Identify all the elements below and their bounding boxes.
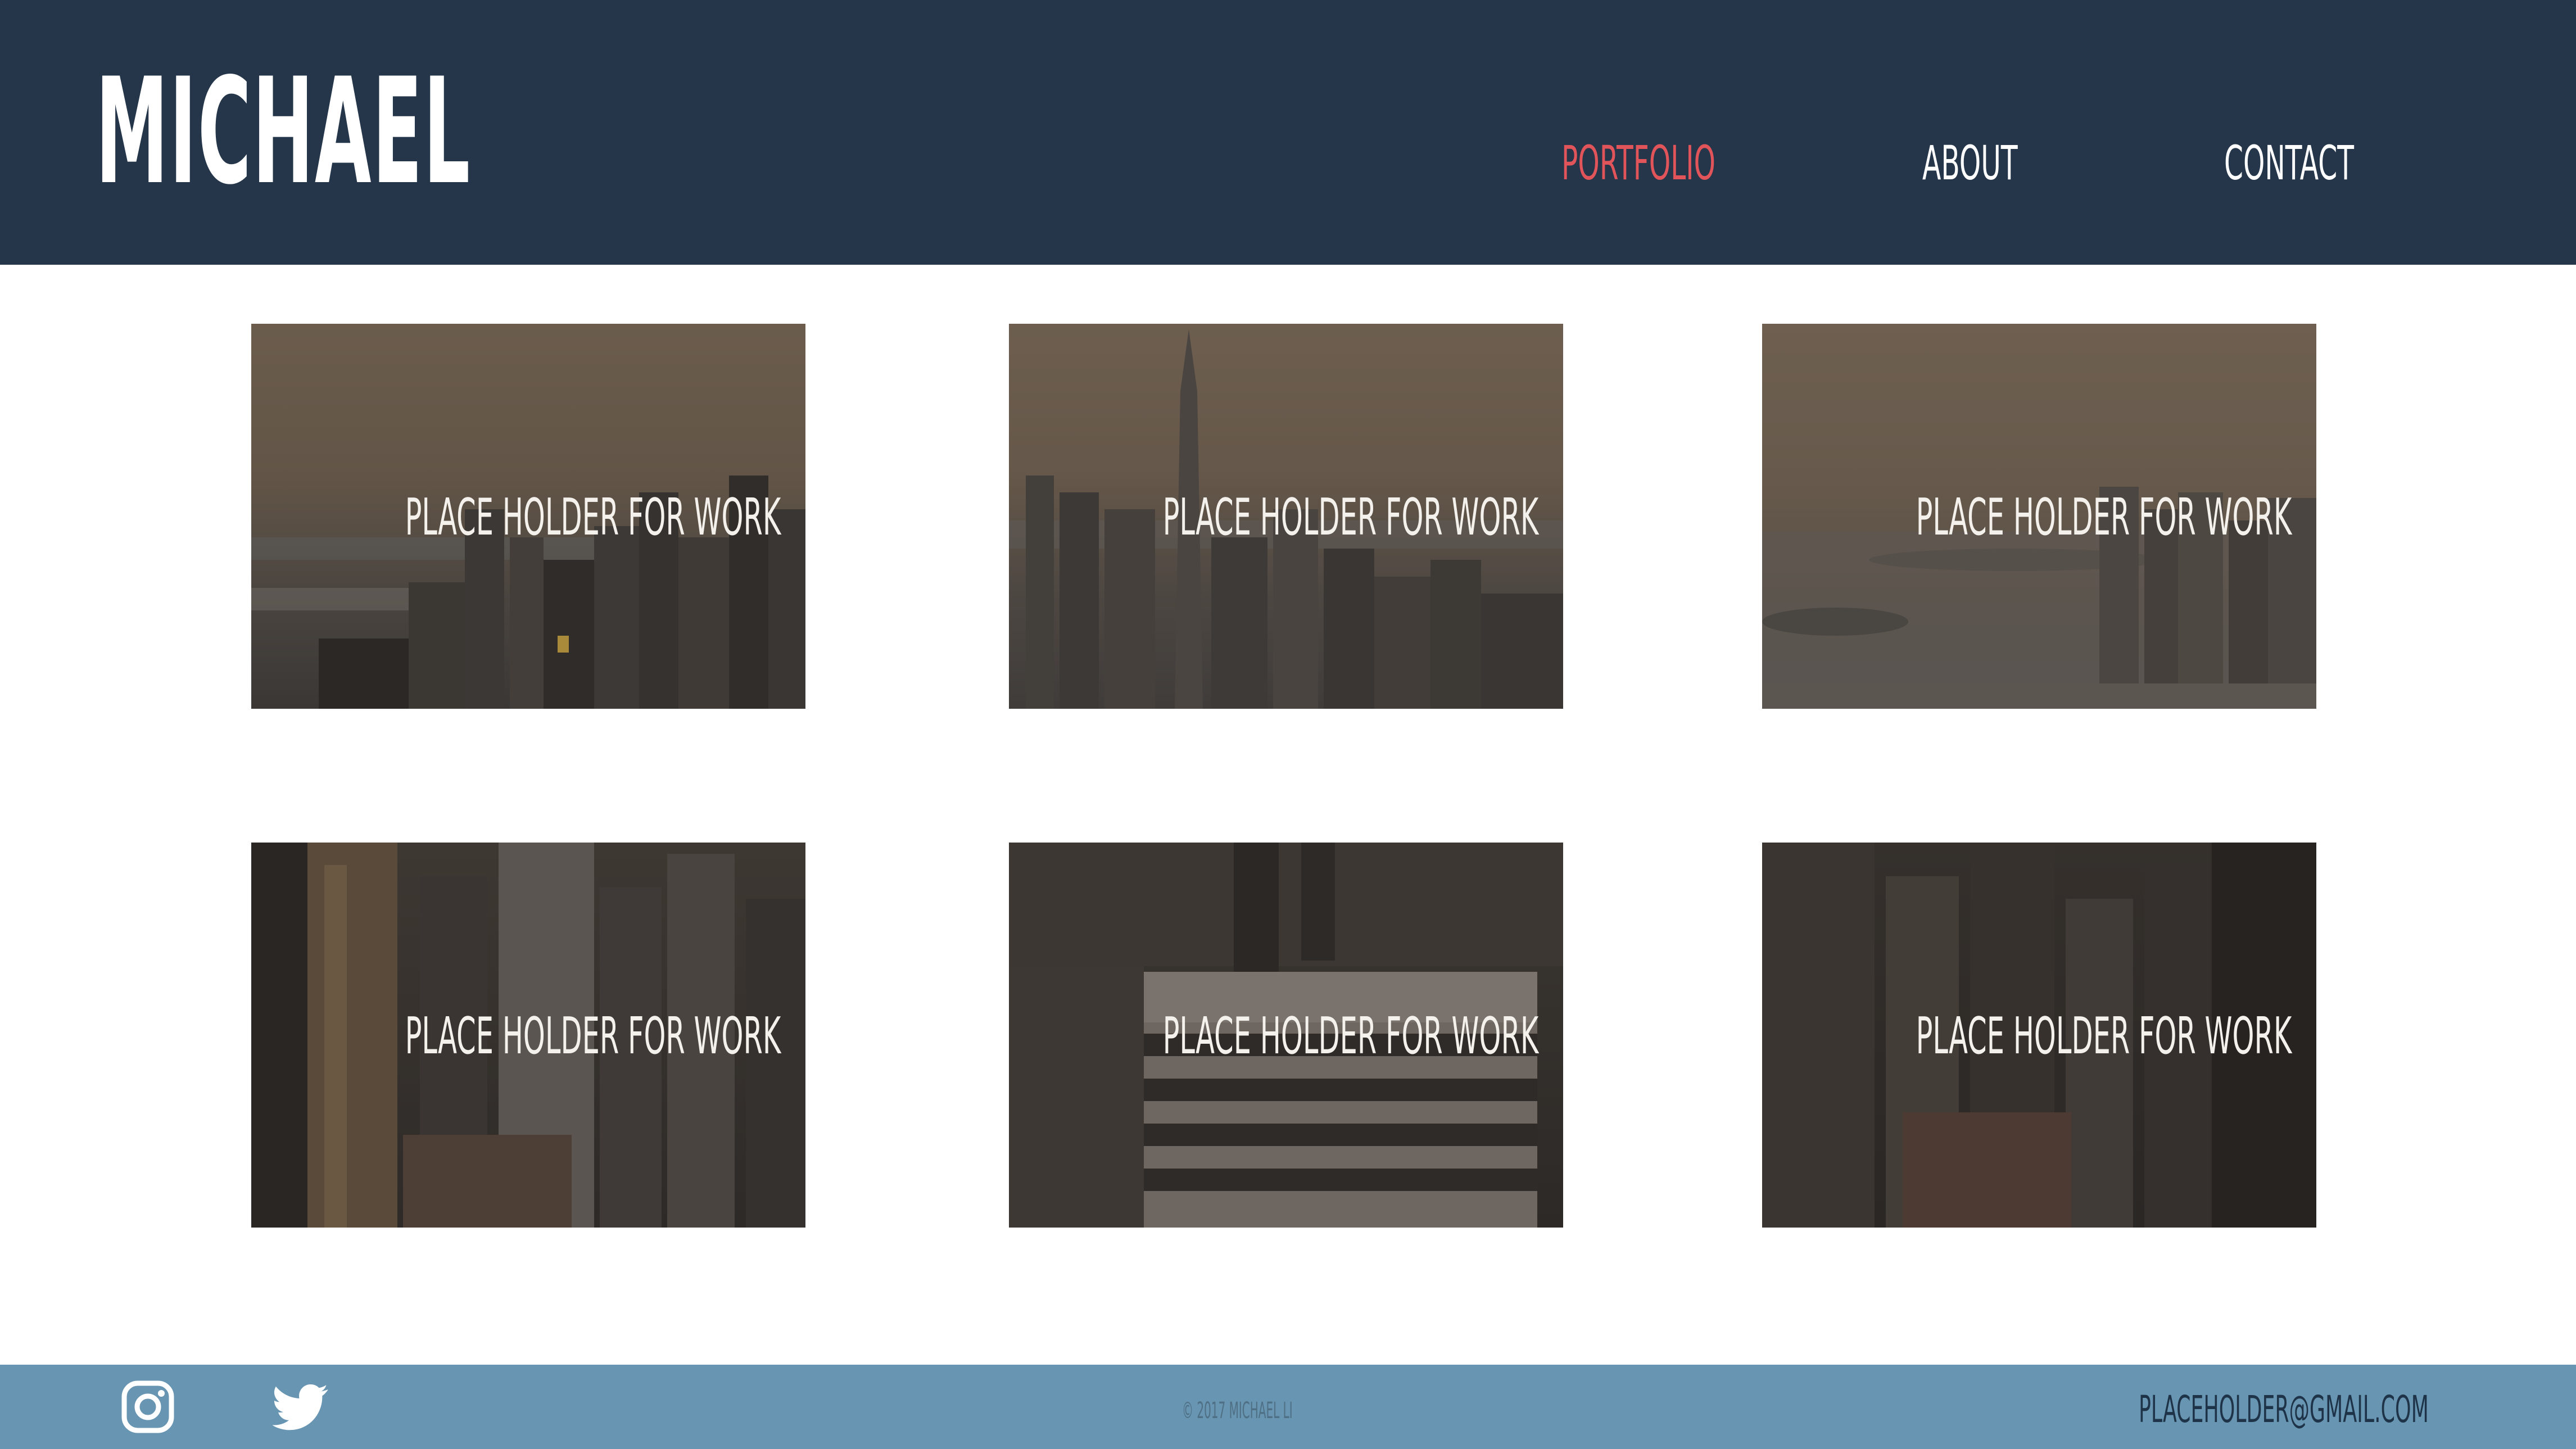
instagram-icon[interactable] bbox=[120, 1379, 176, 1435]
nav-contact-link[interactable]: CONTACT bbox=[2224, 135, 2354, 191]
portfolio-tile-1[interactable]: PLACE HOLDER FOR WORK bbox=[251, 324, 805, 709]
portfolio-tile-6[interactable]: PLACE HOLDER FOR WORK bbox=[1762, 843, 2316, 1228]
tile-caption: PLACE HOLDER FOR WORK bbox=[1916, 488, 2292, 547]
site-logo[interactable]: MICHAEL bbox=[96, 59, 471, 205]
twitter-icon[interactable] bbox=[273, 1379, 329, 1435]
contact-email-link[interactable]: PLACEHOLDER@GMAIL.COM bbox=[2139, 1387, 2429, 1432]
portfolio-tile-2[interactable]: PLACE HOLDER FOR WORK bbox=[1009, 324, 1563, 709]
copyright-text: © 2017 MICHAEL LI bbox=[1182, 1398, 1293, 1424]
portfolio-page: MICHAEL PORTFOLIO ABOUT CONTACT PLACE HO… bbox=[0, 0, 2576, 1449]
nav-about-link[interactable]: ABOUT bbox=[1922, 135, 2018, 191]
portfolio-tile-3[interactable]: PLACE HOLDER FOR WORK bbox=[1762, 324, 2316, 709]
site-footer: © 2017 MICHAEL LI PLACEHOLDER@GMAIL.COM bbox=[0, 1365, 2576, 1449]
tile-caption: PLACE HOLDER FOR WORK bbox=[1162, 488, 1539, 547]
tile-caption: PLACE HOLDER FOR WORK bbox=[1162, 1007, 1539, 1066]
tile-caption: PLACE HOLDER FOR WORK bbox=[405, 1007, 781, 1066]
portfolio-tile-4[interactable]: PLACE HOLDER FOR WORK bbox=[251, 843, 805, 1228]
tile-caption: PLACE HOLDER FOR WORK bbox=[405, 488, 781, 547]
nav-portfolio-link[interactable]: PORTFOLIO bbox=[1561, 135, 1715, 191]
portfolio-tile-5[interactable]: PLACE HOLDER FOR WORK bbox=[1009, 843, 1563, 1228]
site-header: MICHAEL PORTFOLIO ABOUT CONTACT bbox=[0, 0, 2576, 265]
tile-caption: PLACE HOLDER FOR WORK bbox=[1916, 1007, 2292, 1066]
